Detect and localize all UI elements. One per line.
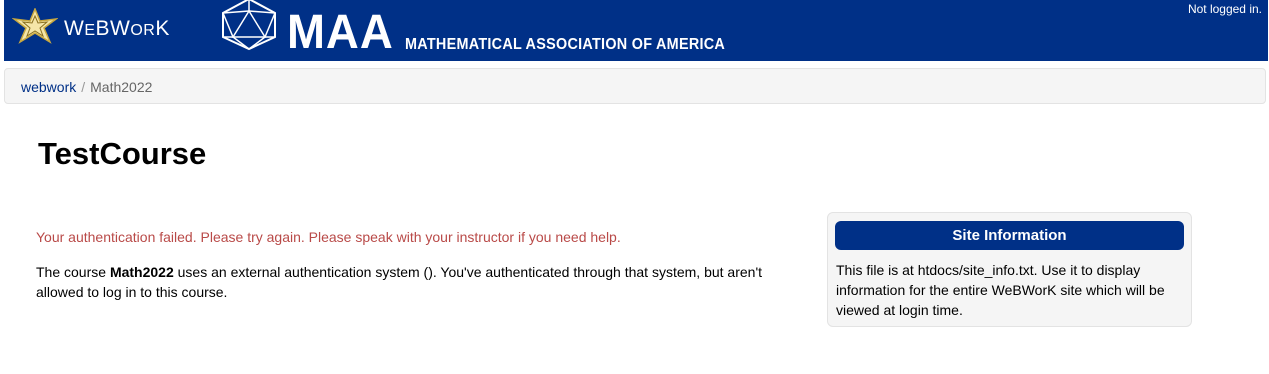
- webwork-logo-link[interactable]: WEBWORK: [11, 7, 170, 49]
- star-logo-icon: [11, 7, 59, 49]
- breadcrumb-current: Math2022: [90, 79, 153, 95]
- icosahedron-logo-icon: [219, 0, 279, 56]
- breadcrumb-link-webwork[interactable]: webwork: [21, 79, 76, 95]
- site-info-panel: Site Information This file is at htdocs/…: [827, 212, 1192, 327]
- breadcrumb: webwork / Math2022: [4, 68, 1266, 104]
- maa-full-name: MATHEMATICAL ASSOCIATION OF AMERICA: [405, 36, 726, 53]
- auth-info-message: The course Math2022 uses an external aut…: [36, 264, 763, 300]
- site-info-body: This file is at htdocs/site_info.txt. Us…: [836, 262, 1165, 318]
- maa-logo-link[interactable]: MAA MATHEMATICAL ASSOCIATION OF AMERICA: [219, 0, 761, 59]
- maa-acronym: MAA: [287, 6, 394, 59]
- webwork-logo-text: WEBWORK: [64, 16, 170, 40]
- masthead: WEBWORK MAA MATHEMATICAL ASSOCIATION OF …: [4, 0, 1268, 61]
- site-info-heading: Site Information: [835, 221, 1184, 250]
- page-title: TestCourse: [38, 136, 207, 171]
- auth-error-message: Your authentication failed. Please try a…: [36, 229, 621, 245]
- login-status: Not logged in.: [1187, 2, 1262, 16]
- breadcrumb-separator: /: [81, 79, 86, 95]
- course-name: Math2022: [109, 264, 174, 280]
